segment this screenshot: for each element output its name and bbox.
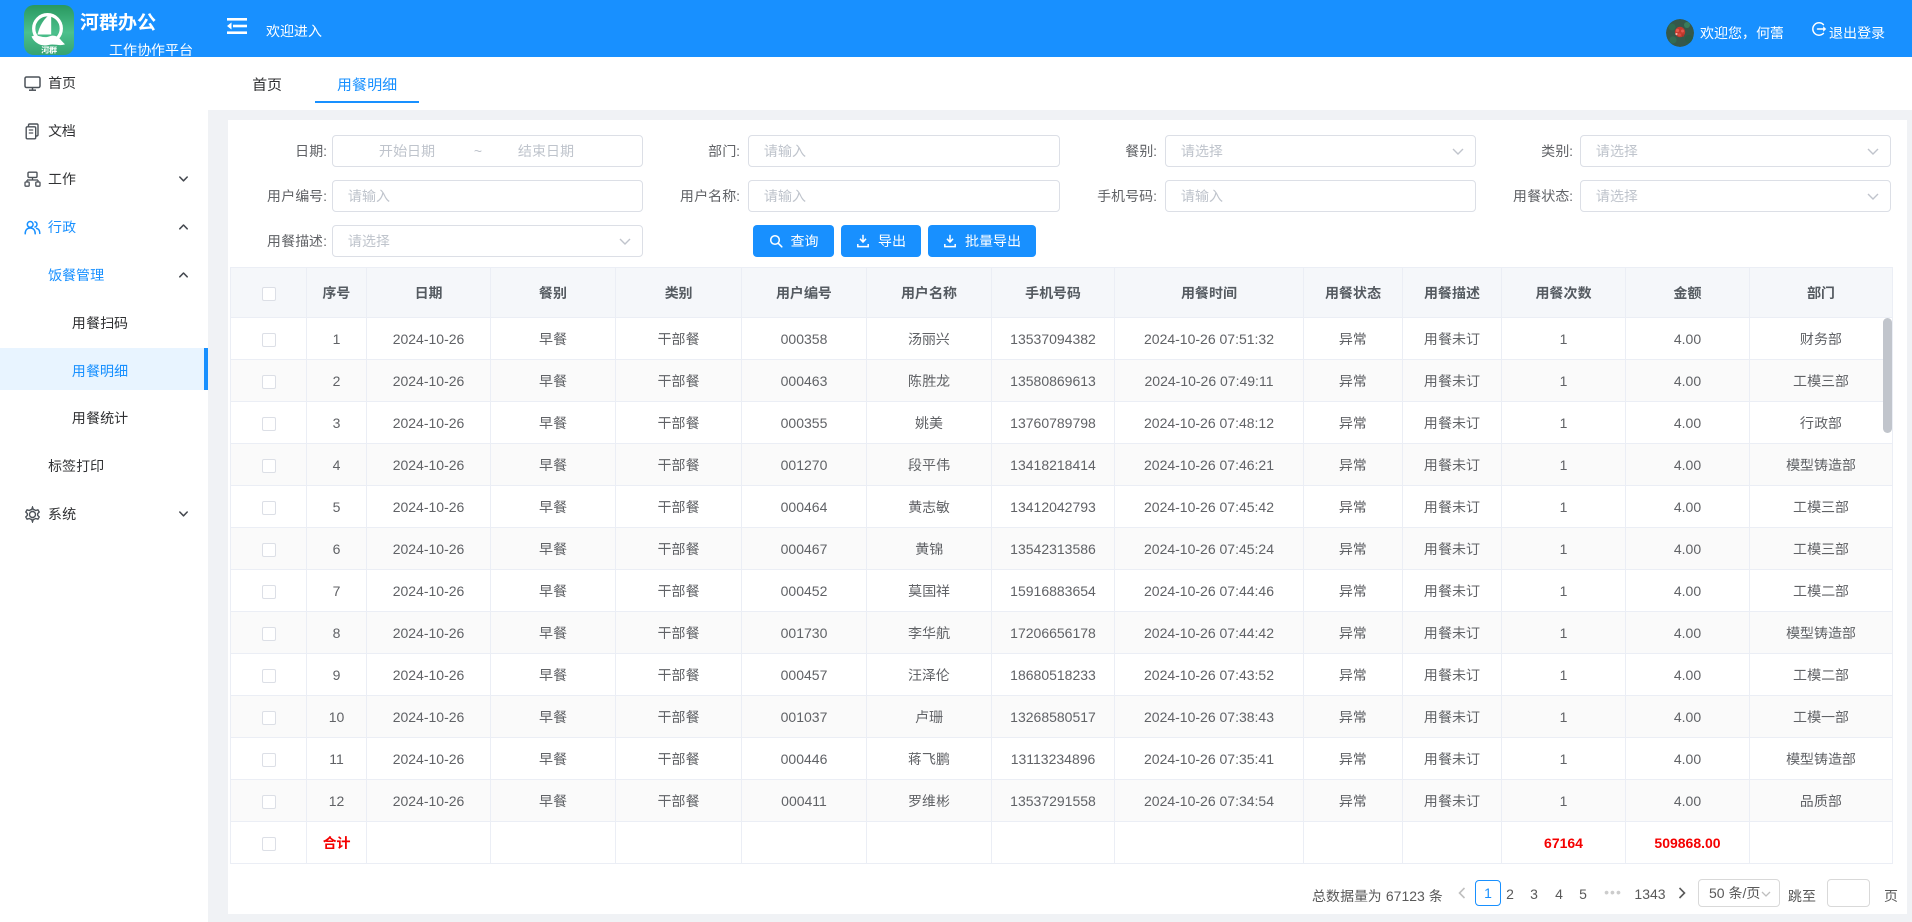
svg-text:河群: 河群 [41, 45, 57, 55]
